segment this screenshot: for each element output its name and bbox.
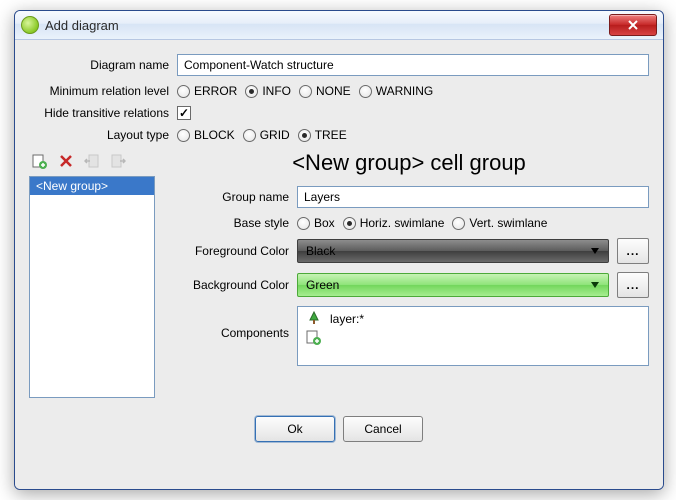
radio-icon (452, 217, 465, 230)
group-panel-title: <New group> cell group (169, 150, 649, 176)
layer-icon (306, 311, 322, 327)
titlebar: Add diagram (15, 11, 663, 40)
background-edit-button[interactable]: ... (617, 272, 649, 298)
radio-grid[interactable]: GRID (243, 128, 290, 142)
radio-icon (298, 129, 311, 142)
min-relation-radios: ERROR INFO NONE WARNING (177, 84, 649, 98)
radio-label: Box (314, 216, 335, 230)
radio-label: NONE (316, 84, 351, 98)
radio-horiz-swimlane[interactable]: Horiz. swimlane (343, 216, 445, 230)
chevron-down-icon (586, 240, 604, 262)
layout-type-radios: BLOCK GRID TREE (177, 128, 649, 142)
ok-button[interactable]: Ok (255, 416, 335, 442)
chevron-down-icon (586, 274, 604, 296)
move-up-button[interactable] (83, 152, 101, 170)
layout-type-label: Layout type (29, 128, 177, 142)
arrow-left-icon (84, 153, 100, 169)
dialog-window: Add diagram Diagram name Minimum relatio… (14, 10, 664, 490)
radio-box[interactable]: Box (297, 216, 335, 230)
group-name-label: Group name (169, 190, 297, 204)
radio-icon (177, 85, 190, 98)
add-group-button[interactable] (31, 152, 49, 170)
radio-label: WARNING (376, 84, 434, 98)
hide-transitive-checkbox[interactable] (177, 106, 191, 120)
radio-label: Horiz. swimlane (360, 216, 445, 230)
components-label: Components (169, 306, 297, 340)
group-name-input[interactable] (297, 186, 649, 208)
arrow-right-icon (110, 153, 126, 169)
close-button[interactable] (609, 14, 657, 36)
move-down-button[interactable] (109, 152, 127, 170)
foreground-color-combo[interactable]: Black (297, 239, 609, 263)
radio-icon (359, 85, 372, 98)
hide-transitive-label: Hide transitive relations (29, 106, 177, 120)
base-style-label: Base style (169, 216, 297, 230)
radio-info[interactable]: INFO (245, 84, 291, 98)
radio-warning[interactable]: WARNING (359, 84, 434, 98)
delete-group-button[interactable] (57, 152, 75, 170)
foreground-label: Foreground Color (169, 244, 297, 258)
background-label: Background Color (169, 278, 297, 292)
components-list[interactable]: layer:* (297, 306, 649, 366)
delete-icon (59, 154, 73, 168)
radio-error[interactable]: ERROR (177, 84, 237, 98)
radio-label: ERROR (194, 84, 237, 98)
group-toolbar (29, 150, 155, 176)
close-icon (627, 20, 639, 30)
radio-vert-swimlane[interactable]: Vert. swimlane (452, 216, 547, 230)
radio-block[interactable]: BLOCK (177, 128, 235, 142)
radio-icon (297, 217, 310, 230)
add-icon (32, 153, 48, 169)
radio-icon (243, 129, 256, 142)
group-list[interactable]: <New group> (29, 176, 155, 398)
foreground-edit-button[interactable]: ... (617, 238, 649, 264)
app-icon (21, 16, 39, 34)
component-pattern: layer:* (330, 312, 364, 326)
min-relation-label: Minimum relation level (29, 84, 177, 98)
base-style-radios: Box Horiz. swimlane Vert. swimlane (297, 216, 649, 230)
radio-label: GRID (260, 128, 290, 142)
diagram-name-label: Diagram name (29, 58, 177, 72)
radio-label: Vert. swimlane (469, 216, 547, 230)
cancel-button[interactable]: Cancel (343, 416, 423, 442)
foreground-value: Black (306, 244, 335, 258)
diagram-name-input[interactable] (177, 54, 649, 76)
list-item[interactable]: <New group> (30, 177, 154, 195)
background-value: Green (306, 278, 339, 292)
radio-icon (177, 129, 190, 142)
window-title: Add diagram (45, 18, 609, 33)
add-icon (306, 329, 322, 345)
radio-label: TREE (315, 128, 347, 142)
background-color-combo[interactable]: Green (297, 273, 609, 297)
radio-label: INFO (262, 84, 291, 98)
radio-icon (245, 85, 258, 98)
radio-none[interactable]: NONE (299, 84, 351, 98)
radio-tree[interactable]: TREE (298, 128, 347, 142)
add-component-button[interactable] (306, 329, 322, 345)
radio-icon (343, 217, 356, 230)
radio-icon (299, 85, 312, 98)
radio-label: BLOCK (194, 128, 235, 142)
